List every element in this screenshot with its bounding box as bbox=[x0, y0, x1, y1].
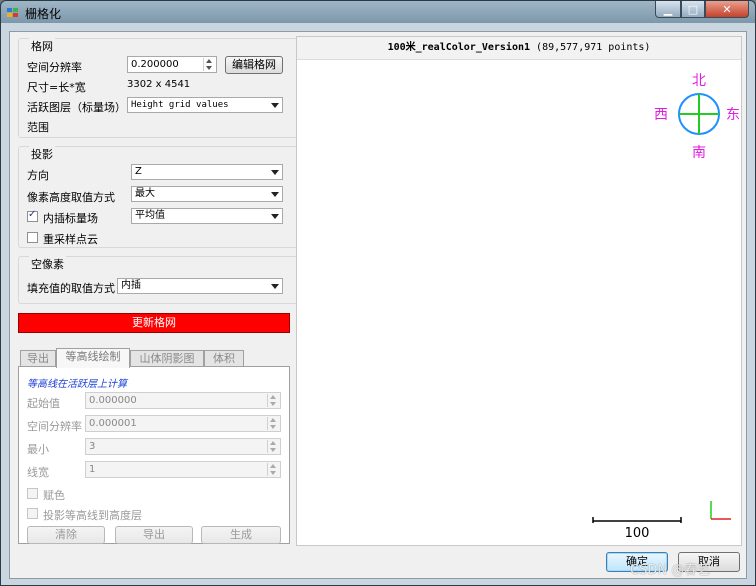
axis-triad-icon bbox=[710, 501, 731, 520]
minimize-button[interactable]: ▁ bbox=[655, 1, 681, 18]
chevron-down-icon bbox=[271, 103, 279, 108]
maximize-button[interactable]: □ bbox=[681, 1, 705, 18]
clear-button[interactable]: 清除 bbox=[27, 526, 105, 544]
tab-volume[interactable]: 体积 bbox=[204, 350, 244, 367]
contour-panel: 等高线在活跃层上计算 起始值 0.000000 空间分辨率 0.000001 最… bbox=[18, 366, 290, 544]
generate-button[interactable]: 生成 bbox=[201, 526, 281, 544]
app-icon bbox=[7, 8, 18, 17]
close-icon: ✕ bbox=[722, 2, 732, 16]
resolution-input[interactable]: 0.200000 bbox=[127, 56, 217, 73]
colorize-label: 赋色 bbox=[43, 489, 65, 502]
active-layer-value: Height grid values bbox=[131, 100, 229, 110]
active-layer-label: 活跃图层（标量场） bbox=[27, 101, 126, 114]
cell-height-select[interactable]: 最大 bbox=[131, 186, 283, 202]
step-input[interactable]: 0.000001 bbox=[85, 415, 281, 432]
min-input[interactable]: 3 bbox=[85, 438, 281, 455]
export-button[interactable]: 导出 bbox=[115, 526, 193, 544]
tab-bar: 导出 等高线绘制 山体阴影图 体积 bbox=[18, 348, 290, 368]
compass-north: 北 bbox=[692, 73, 706, 89]
size-label: 尺寸=长*宽 bbox=[27, 81, 86, 94]
update-grid-button[interactable]: 更新格网 bbox=[18, 313, 290, 333]
fill-label: 填充值的取值方式 bbox=[27, 282, 115, 295]
3d-viewer[interactable]: 100米_realColor_Version1 (89,577,971 poin… bbox=[296, 36, 742, 546]
step-label: 空间分辨率 bbox=[27, 420, 82, 433]
empty-cells-group: 空像素 填充值的取值方式 内插 bbox=[18, 256, 300, 304]
interpolate-select[interactable]: 平均值 bbox=[131, 208, 283, 224]
project-contours-checkbox[interactable] bbox=[27, 508, 38, 519]
tab-contour[interactable]: 等高线绘制 bbox=[56, 348, 130, 368]
viewer-header: 100米_realColor_Version1 (89,577,971 poin… bbox=[297, 37, 741, 60]
interpolate-label: 内插标量场 bbox=[43, 212, 98, 225]
size-value: 3302 x 4541 bbox=[127, 79, 191, 90]
spin-arrows-icon[interactable] bbox=[267, 394, 279, 407]
resample-label: 重采样点云 bbox=[43, 233, 98, 246]
point-count: (89,577,971 points) bbox=[536, 42, 651, 53]
grid-group-title: 格网 bbox=[29, 38, 55, 54]
width-input[interactable]: 1 bbox=[85, 461, 281, 478]
cell-height-label: 像素高度取值方式 bbox=[27, 191, 115, 204]
scale-bar-label: 100 bbox=[625, 526, 650, 539]
interpolate-value: 平均值 bbox=[135, 210, 165, 221]
grid-group: 格网 空间分辨率 0.200000 编辑格网 尺寸=长*宽 3302 x 454… bbox=[18, 38, 300, 138]
projection-group-title: 投影 bbox=[29, 146, 55, 162]
cloud-name: 100米_realColor_Version1 bbox=[387, 42, 531, 53]
spin-arrows-icon[interactable] bbox=[203, 58, 215, 71]
empty-cells-group-title: 空像素 bbox=[29, 256, 66, 272]
step-value: 0.000001 bbox=[89, 418, 137, 429]
min-value: 3 bbox=[89, 441, 96, 452]
fill-value: 内插 bbox=[121, 280, 141, 291]
compass-east: 东 bbox=[726, 107, 740, 123]
compass-south: 南 bbox=[692, 145, 706, 161]
dialog-body: 格网 空间分辨率 0.200000 编辑格网 尺寸=长*宽 3302 x 454… bbox=[9, 31, 747, 579]
chevron-down-icon bbox=[271, 214, 279, 219]
width-label: 线宽 bbox=[27, 466, 49, 479]
start-input[interactable]: 0.000000 bbox=[85, 392, 281, 409]
compass-west: 西 bbox=[654, 107, 668, 123]
tab-export[interactable]: 导出 bbox=[20, 350, 56, 367]
spin-arrows-icon[interactable] bbox=[267, 463, 279, 476]
edit-grid-button[interactable]: 编辑格网 bbox=[225, 56, 283, 74]
direction-label: 方向 bbox=[27, 169, 49, 182]
contour-note: 等高线在活跃层上计算 bbox=[27, 379, 127, 390]
start-label: 起始值 bbox=[27, 397, 60, 410]
window-title: 栅格化 bbox=[25, 7, 62, 21]
direction-value: Z bbox=[135, 166, 142, 177]
min-label: 最小 bbox=[27, 443, 49, 456]
chevron-down-icon bbox=[271, 284, 279, 289]
compass-rose-icon: 北 西 东 南 bbox=[654, 73, 740, 161]
start-value: 0.000000 bbox=[89, 395, 137, 406]
width-value: 1 bbox=[89, 464, 96, 475]
projection-group: 投影 方向 Z 像素高度取值方式 最大 内插标量场 平均值 重采样点云 bbox=[18, 146, 300, 248]
resolution-label: 空间分辨率 bbox=[27, 61, 82, 74]
watermark: CSDN @春艺 bbox=[630, 563, 711, 578]
chevron-down-icon bbox=[271, 192, 279, 197]
maximize-icon: □ bbox=[687, 2, 699, 16]
fill-select[interactable]: 内插 bbox=[117, 278, 283, 294]
rasterize-dialog: 栅格化 ▁ □ ✕ 格网 空间分辨率 0.200000 编辑格网 尺寸=长*宽 … bbox=[0, 0, 756, 586]
title-bar[interactable]: 栅格化 ▁ □ ✕ bbox=[1, 1, 755, 23]
resolution-value: 0.200000 bbox=[131, 59, 179, 70]
spin-arrows-icon[interactable] bbox=[267, 417, 279, 430]
cell-height-value: 最大 bbox=[135, 188, 155, 199]
colorize-checkbox[interactable] bbox=[27, 488, 38, 499]
active-layer-select[interactable]: Height grid values bbox=[127, 97, 283, 113]
direction-select[interactable]: Z bbox=[131, 164, 283, 180]
interpolate-checkbox[interactable] bbox=[27, 209, 38, 222]
minimize-icon: ▁ bbox=[663, 2, 673, 16]
chevron-down-icon bbox=[271, 170, 279, 175]
scale-bar: 100 bbox=[592, 517, 682, 539]
resample-checkbox[interactable] bbox=[27, 232, 38, 243]
project-contours-label: 投影等高线到高度层 bbox=[43, 509, 142, 522]
tab-hillshade[interactable]: 山体阴影图 bbox=[130, 350, 204, 367]
spin-arrows-icon[interactable] bbox=[267, 440, 279, 453]
range-label: 范围 bbox=[27, 121, 49, 134]
close-button[interactable]: ✕ bbox=[705, 1, 749, 18]
